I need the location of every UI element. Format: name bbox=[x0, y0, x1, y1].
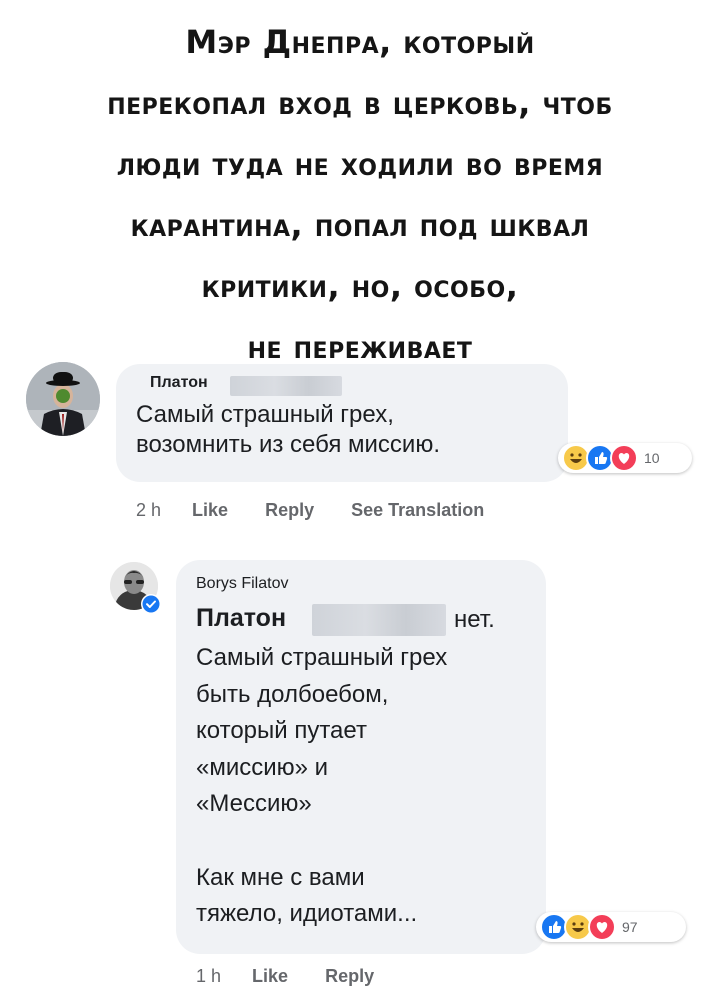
meme-page: Мэр Днепра, который перекопал вход в цер… bbox=[0, 0, 720, 1000]
headline-line: карантина, попал под шквал bbox=[130, 206, 590, 244]
reply-button[interactable]: Reply bbox=[325, 966, 374, 987]
love-icon bbox=[610, 444, 638, 472]
like-button[interactable]: Like bbox=[192, 500, 228, 521]
headline-line: Мэр Днепра, который bbox=[185, 23, 535, 61]
headline: Мэр Днепра, который перекопал вход в цер… bbox=[0, 12, 720, 378]
headline-line: критики, но, особо, bbox=[201, 267, 519, 305]
headline-line: перекопал вход в церковь, чтоб bbox=[107, 84, 613, 122]
man-in-bowler-hat-avatar-icon bbox=[26, 362, 100, 436]
reactions-summary[interactable]: 97 bbox=[536, 912, 686, 942]
see-translation-link[interactable]: See Translation bbox=[351, 500, 484, 521]
comment-author[interactable]: Платон bbox=[150, 374, 208, 392]
comment-actions: 1 h Like Reply bbox=[196, 966, 406, 987]
verified-badge-icon bbox=[141, 594, 161, 614]
comment-text: Самый страшный грех быть долбоебом, кото… bbox=[196, 644, 448, 928]
comment-actions: 2 h Like Reply See Translation bbox=[136, 500, 516, 521]
headline-line: люди туда не ходили во время bbox=[116, 145, 604, 183]
comment-text: Самый страшный грех, возомнить из себя м… bbox=[136, 401, 440, 458]
like-button[interactable]: Like bbox=[252, 966, 288, 987]
love-icon bbox=[588, 913, 616, 941]
avatar-platon[interactable] bbox=[26, 362, 100, 436]
mentioned-user[interactable]: Платон bbox=[196, 604, 286, 633]
reply-button[interactable]: Reply bbox=[265, 500, 314, 521]
comment-time[interactable]: 1 h bbox=[196, 966, 221, 987]
reaction-count: 97 bbox=[622, 919, 638, 935]
reaction-count: 10 bbox=[644, 450, 660, 466]
comment-time[interactable]: 2 h bbox=[136, 500, 161, 521]
blurred-surname bbox=[312, 604, 446, 636]
blurred-surname bbox=[230, 376, 342, 396]
comment-text: нет. bbox=[454, 606, 495, 633]
comment-author[interactable]: Borys Filatov bbox=[196, 575, 288, 593]
reactions-summary[interactable]: 10 bbox=[558, 443, 692, 473]
